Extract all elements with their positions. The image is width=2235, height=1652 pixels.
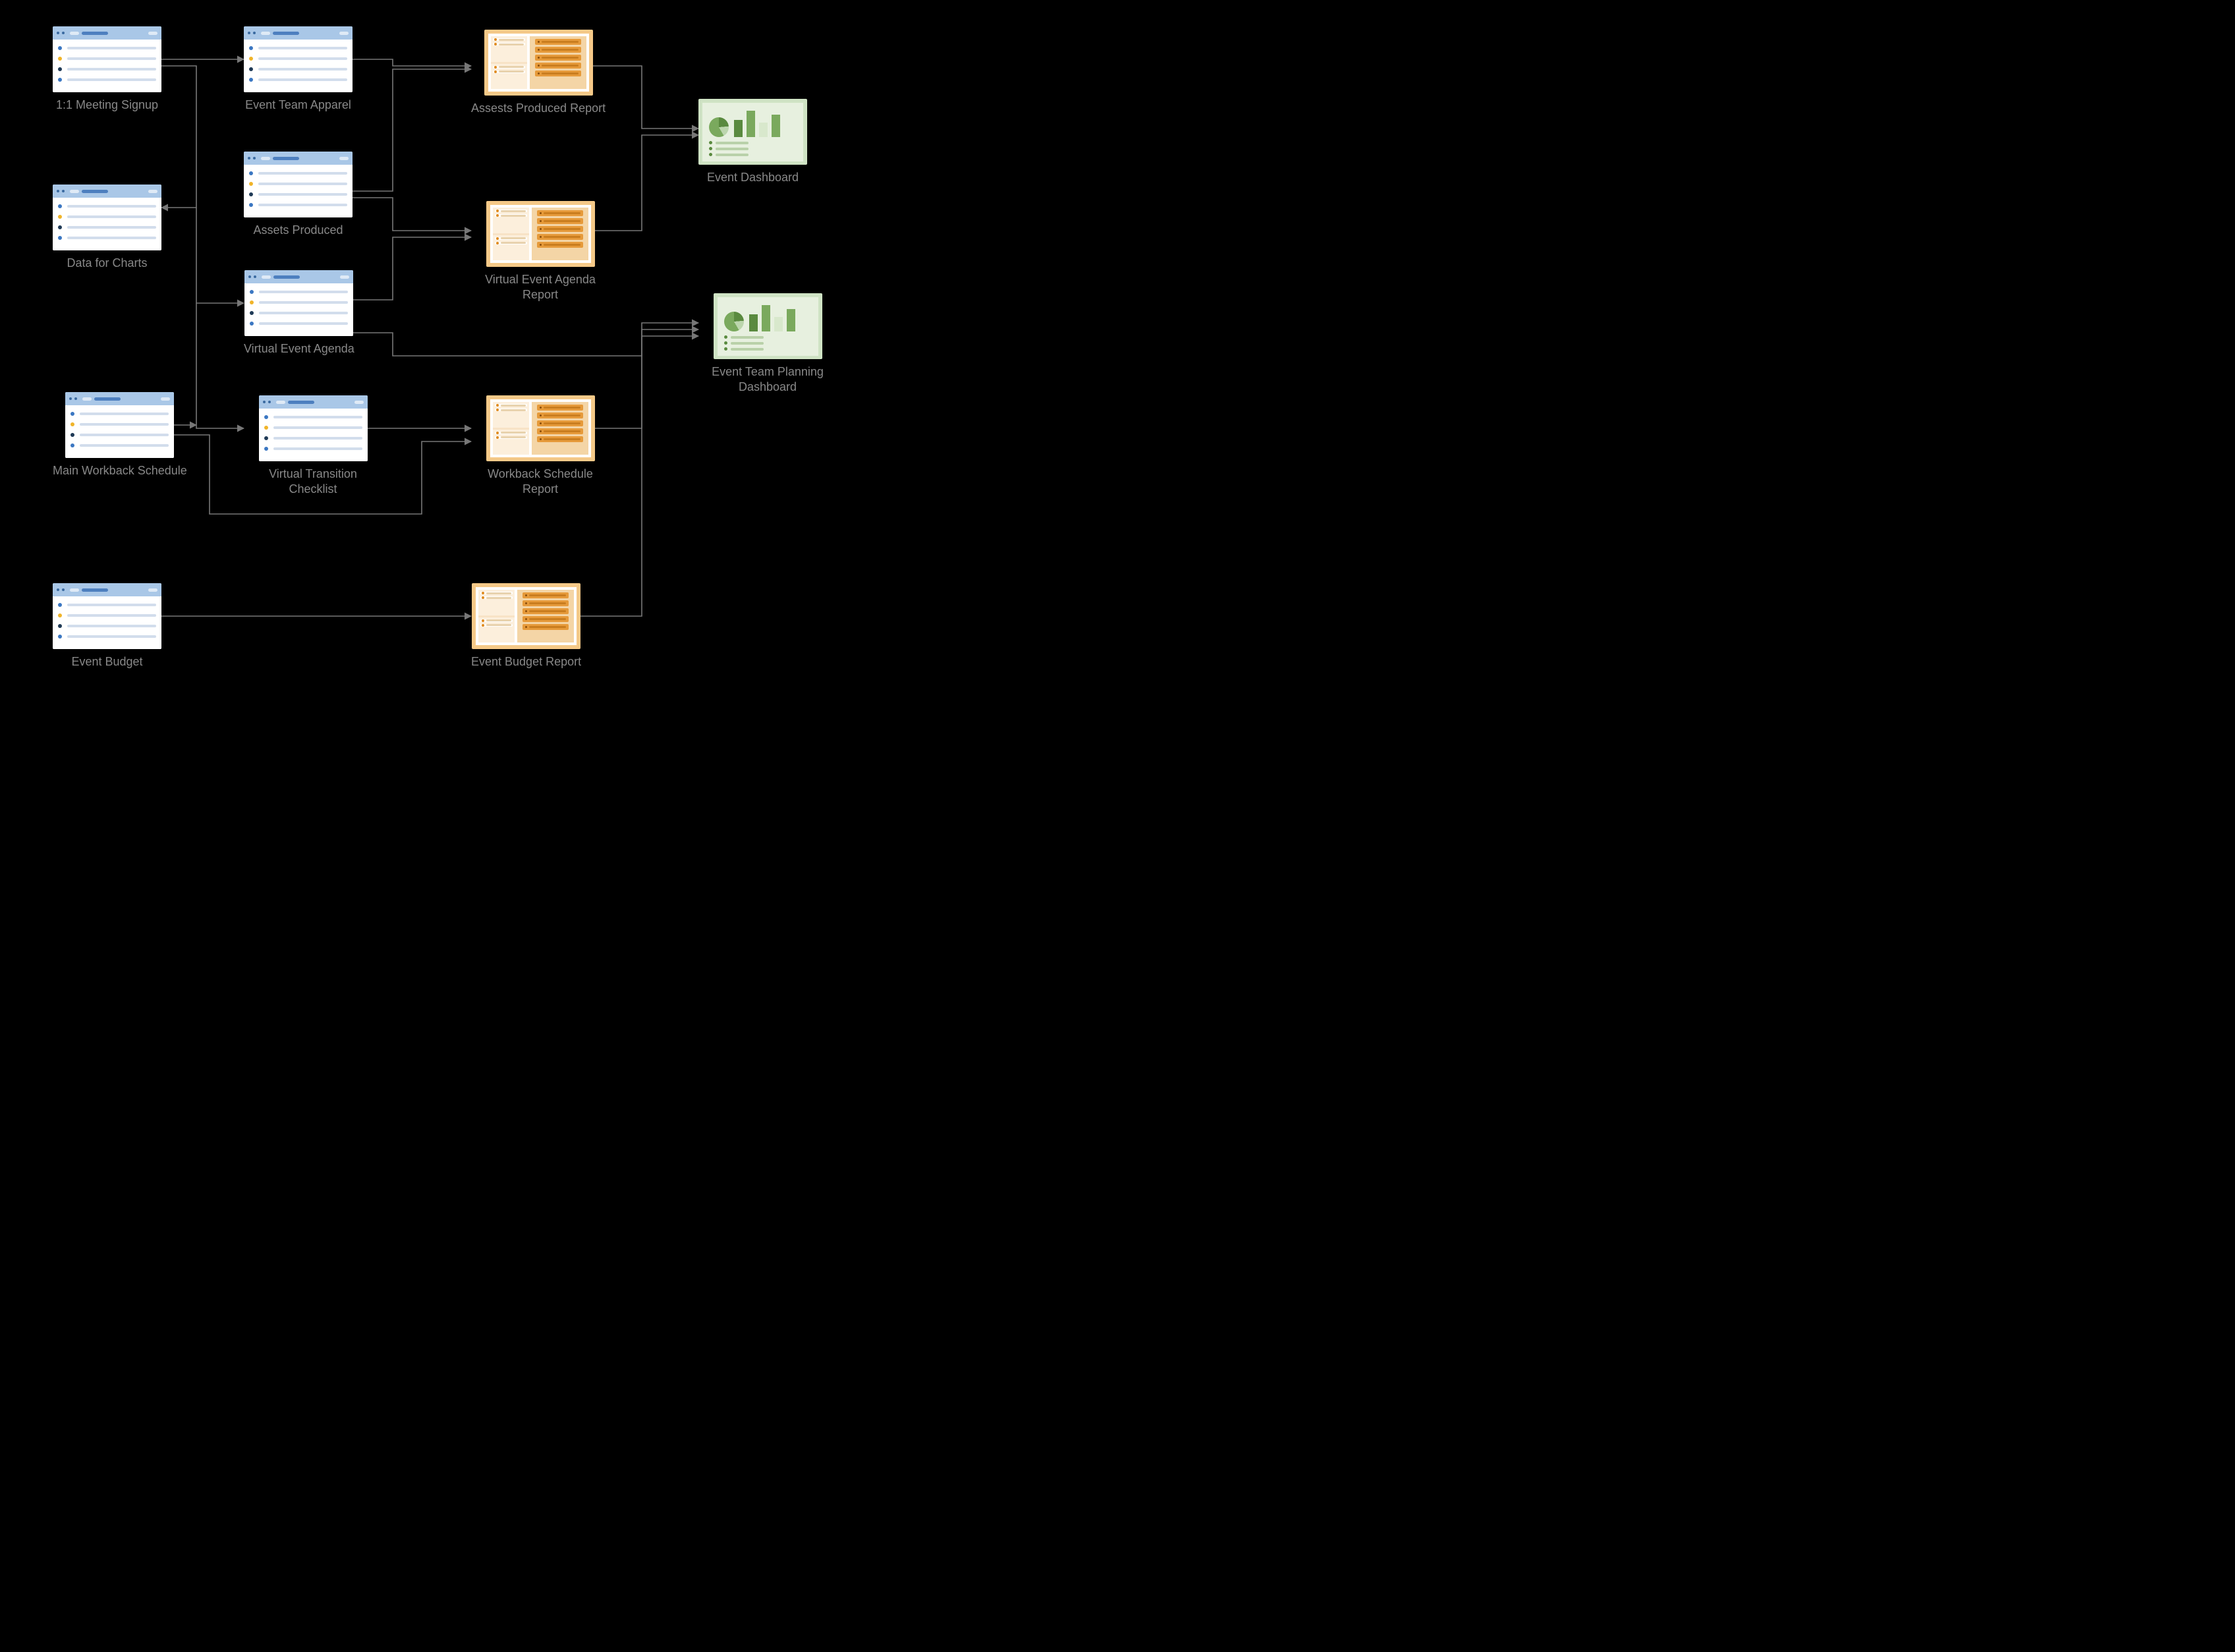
report-icon: [484, 30, 593, 96]
node-event-team-planning-dashboard[interactable]: Event Team Planning Dashboard: [698, 293, 837, 394]
sheet-icon: [244, 152, 353, 217]
node-event-budget[interactable]: Event Budget: [53, 583, 161, 669]
node-virtual-event-agenda-report[interactable]: Virtual Event Agenda Report: [471, 201, 609, 302]
node-meeting-signup[interactable]: 1:1 Meeting Signup: [53, 26, 161, 113]
node-assets-produced[interactable]: Assets Produced: [244, 152, 353, 238]
dashboard-icon: [714, 293, 822, 359]
node-event-dashboard[interactable]: Event Dashboard: [698, 99, 807, 185]
node-label: Workback Schedule Report: [471, 467, 609, 496]
report-icon: [486, 395, 595, 461]
node-label: Main Workback Schedule: [53, 463, 187, 478]
node-virtual-transition-checklist[interactable]: Virtual Transition Checklist: [244, 395, 382, 496]
sheet-icon: [244, 270, 353, 336]
dashboard-icon: [698, 99, 807, 165]
node-label: Data for Charts: [67, 256, 147, 271]
node-label: Event Team Planning Dashboard: [698, 364, 837, 394]
report-icon: [486, 201, 595, 267]
diagram-canvas: 1:1 Meeting Signup Data for Charts Main …: [0, 0, 994, 733]
node-event-team-apparel[interactable]: Event Team Apparel: [244, 26, 353, 113]
node-label: Event Dashboard: [707, 170, 799, 185]
sheet-icon: [53, 583, 161, 649]
bar-chart-icon: [734, 108, 780, 137]
pie-chart-icon: [709, 117, 729, 137]
pie-chart-icon: [724, 312, 744, 331]
sheet-icon: [259, 395, 368, 461]
node-label: Virtual Event Agenda Report: [471, 272, 609, 302]
node-label: 1:1 Meeting Signup: [56, 98, 158, 113]
node-label: Assets Produced: [253, 223, 343, 238]
sheet-icon: [53, 26, 161, 92]
node-label: Virtual Event Agenda: [244, 341, 354, 356]
node-label: Event Budget Report: [471, 654, 581, 669]
node-label: Assests Produced Report: [471, 101, 606, 116]
report-icon: [472, 583, 580, 649]
node-label: Event Team Apparel: [245, 98, 351, 113]
node-label: Virtual Transition Checklist: [244, 467, 382, 496]
node-data-for-charts[interactable]: Data for Charts: [53, 185, 161, 271]
node-label: Event Budget: [71, 654, 142, 669]
node-main-workback-schedule[interactable]: Main Workback Schedule: [53, 392, 187, 478]
bar-chart-icon: [749, 302, 795, 331]
node-assets-produced-report[interactable]: Assests Produced Report: [471, 30, 606, 116]
sheet-icon: [244, 26, 353, 92]
sheet-icon: [53, 185, 161, 250]
node-virtual-event-agenda[interactable]: Virtual Event Agenda: [244, 270, 354, 356]
sheet-icon: [65, 392, 174, 458]
node-workback-schedule-report[interactable]: Workback Schedule Report: [471, 395, 609, 496]
node-event-budget-report[interactable]: Event Budget Report: [471, 583, 581, 669]
